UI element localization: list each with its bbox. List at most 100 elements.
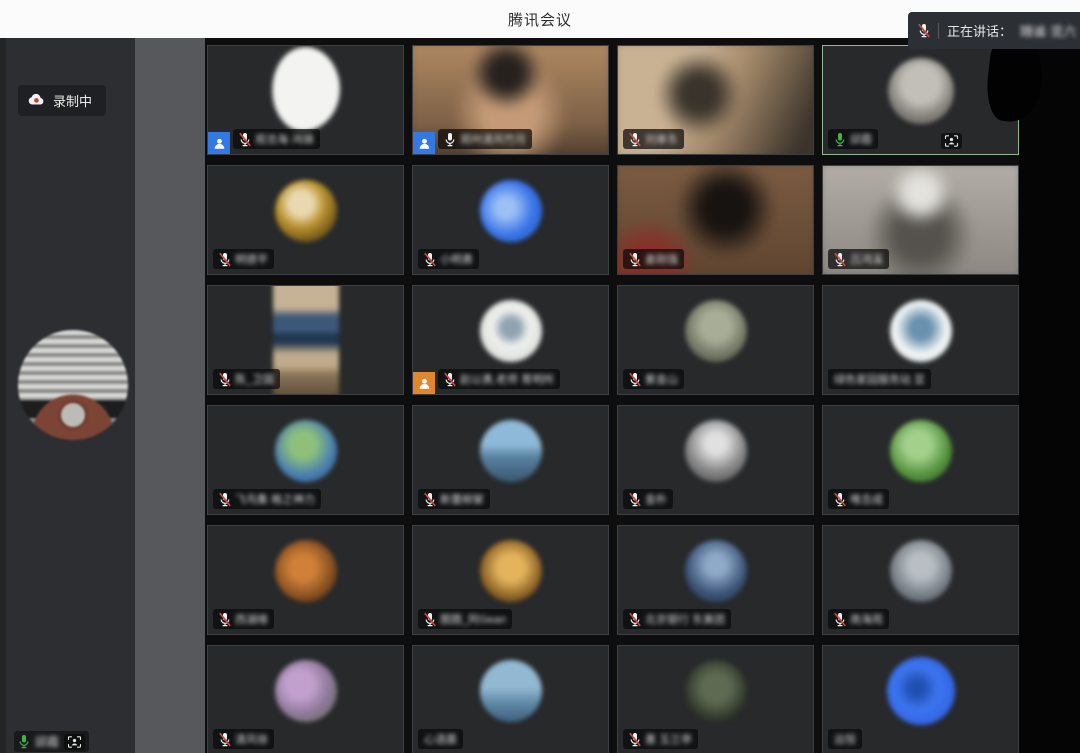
participant-tile[interactable]: 赵以勇,老师 育明所	[412, 285, 609, 395]
self-avatar	[18, 330, 128, 440]
participant-avatar	[275, 180, 337, 242]
participant-name-label: 金朴	[645, 491, 667, 507]
participant-name-pill: 紫金山	[623, 369, 684, 389]
participant-tile[interactable]: 图图_阿Gean	[412, 525, 609, 635]
participant-name-pill: 陈_卫国	[213, 369, 280, 389]
user-badge-icon	[413, 372, 435, 394]
participant-tile[interactable]: 刘单东	[617, 45, 814, 155]
participant-avatar	[890, 540, 952, 602]
mic-on-icon	[834, 132, 846, 147]
participant-tile[interactable]: 飞鸟集 格之神力	[207, 405, 404, 515]
participant-name-pill: 西湖缘	[213, 609, 274, 629]
participant-name-pill: 北京银行 东美团	[623, 609, 731, 629]
mic-muted-icon	[834, 612, 846, 627]
participant-name-label: 远恒	[834, 731, 856, 747]
sidebar: 录制中 邱霞	[0, 38, 135, 753]
mic-muted-icon	[629, 492, 641, 507]
participant-tile[interactable]: 郑州清风竹月	[412, 45, 609, 155]
participant-name-pill: 图图_阿Gean	[418, 609, 512, 629]
participant-avatar	[275, 660, 337, 722]
participant-name-pill: 墨 玉兰亭	[623, 729, 698, 749]
participant-tile[interactable]: 姜刚强	[617, 165, 814, 275]
mic-muted-icon	[444, 372, 456, 387]
participant-name-label: 唯念成	[850, 491, 883, 507]
participant-name-pill: 清风徐	[213, 729, 274, 749]
participant-name-label: 陈_卫国	[235, 371, 274, 387]
participant-avatar	[480, 660, 542, 722]
member-view-icon[interactable]	[64, 734, 85, 750]
participant-name-pill: 明德平	[213, 249, 274, 269]
participant-tile[interactable]: 观沧海·鸿锦	[207, 45, 404, 155]
participant-tile[interactable]: 明德平	[207, 165, 404, 275]
participant-name-label: 墨 玉兰亭	[645, 731, 692, 747]
participant-tile[interactable]: 清风徐	[207, 645, 404, 753]
participant-tile[interactable]: 远恒	[822, 645, 1019, 753]
participant-avatar	[480, 180, 542, 242]
participant-tile[interactable]: 南海苑	[822, 525, 1019, 635]
participant-video-portrait	[273, 285, 339, 395]
participant-name-label: 心语晨	[424, 731, 457, 747]
speaking-name: 随谧·览六	[1020, 21, 1076, 40]
participant-name-pill: 郑州清风竹月	[438, 129, 532, 149]
participant-name-pill: 心语晨	[418, 729, 463, 749]
mic-muted-icon	[918, 23, 930, 38]
mic-muted-icon	[219, 492, 231, 507]
participant-name-pill: 姜刚强	[623, 249, 684, 269]
participant-avatar	[685, 540, 747, 602]
participant-avatar	[275, 420, 337, 482]
participant-name-pill: 小明勇	[418, 249, 479, 269]
mic-muted-icon	[629, 132, 641, 147]
participant-tile[interactable]: 新蕾柳絮	[412, 405, 609, 515]
participant-name-label: 绿色家园服务站 显	[834, 371, 925, 387]
participant-name-label: 紫金山	[645, 371, 678, 387]
participant-name-label: 西湖缘	[235, 611, 268, 627]
mic-on-icon	[444, 132, 456, 147]
participant-name-pill: 赵以勇,老师 育明所	[438, 369, 560, 389]
mic-muted-icon	[219, 372, 231, 387]
right-black-strip	[1019, 38, 1080, 753]
speaking-prefix: 正在讲话：	[947, 21, 1012, 40]
participant-tile[interactable]: 陈_卫国	[207, 285, 404, 395]
participant-name-label: 图图_阿Gean	[440, 611, 506, 627]
participant-avatar	[685, 660, 747, 722]
participant-tile[interactable]: 绿色家园服务站 显	[822, 285, 1019, 395]
participant-name-label: 赵以勇,老师 育明所	[460, 371, 554, 387]
participant-tile[interactable]: 紫金山	[617, 285, 814, 395]
user-badge-icon	[208, 132, 230, 154]
mic-muted-icon	[424, 492, 436, 507]
participant-tile[interactable]: 吕鸿溪	[822, 165, 1019, 275]
participant-avatar	[890, 300, 952, 362]
participant-tile[interactable]: 西湖缘	[207, 525, 404, 635]
participant-tile[interactable]: 小明勇	[412, 165, 609, 275]
participant-name-pill: 观沧海·鸿锦	[233, 129, 320, 149]
participant-name-label: 小明勇	[440, 251, 473, 267]
participant-avatar	[890, 420, 952, 482]
recording-indicator[interactable]: 录制中	[18, 85, 106, 116]
meeting-main: 录制中 邱霞 观沧海·鸿锦郑州清风竹月刘单东邱霞明德平小明勇姜刚强吕鸿溪陈_卫国…	[0, 38, 1080, 753]
participant-tile[interactable]: 心语晨	[412, 645, 609, 753]
mic-muted-icon	[219, 252, 231, 267]
participant-tile[interactable]: 唯念成	[822, 405, 1019, 515]
participant-avatar	[275, 540, 337, 602]
mic-muted-icon	[239, 132, 251, 147]
participant-name-label: 明德平	[235, 251, 268, 267]
mic-muted-icon	[629, 372, 641, 387]
participant-tile[interactable]: 北京银行 东美团	[617, 525, 814, 635]
participant-name-pill: 金朴	[623, 489, 673, 509]
grid-area: 观沧海·鸿锦 郑州清风竹月 刘单东邱霞明德平 小明勇 姜刚强 吕鸿溪陈_卫国 赵以勇,老师 …	[205, 38, 1019, 753]
speaking-toast: 正在讲话： 随谧·览六	[908, 12, 1080, 49]
participant-name-pill: 新蕾柳絮	[418, 489, 490, 509]
participant-tile[interactable]: 墨 玉兰亭	[617, 645, 814, 753]
participant-name-label: 邱霞	[850, 131, 872, 147]
mic-muted-icon	[834, 252, 846, 267]
mic-muted-icon	[629, 612, 641, 627]
mic-muted-icon	[424, 252, 436, 267]
participant-name-label: 观沧海·鸿锦	[255, 131, 314, 147]
member-view-icon[interactable]	[941, 133, 962, 149]
self-name-row: 邱霞	[14, 731, 89, 752]
participant-name-label: 新蕾柳絮	[440, 491, 484, 507]
participant-name-pill: 吕鸿溪	[828, 249, 889, 269]
participant-avatar	[480, 540, 542, 602]
mic-muted-icon	[834, 492, 846, 507]
participant-tile[interactable]: 金朴	[617, 405, 814, 515]
